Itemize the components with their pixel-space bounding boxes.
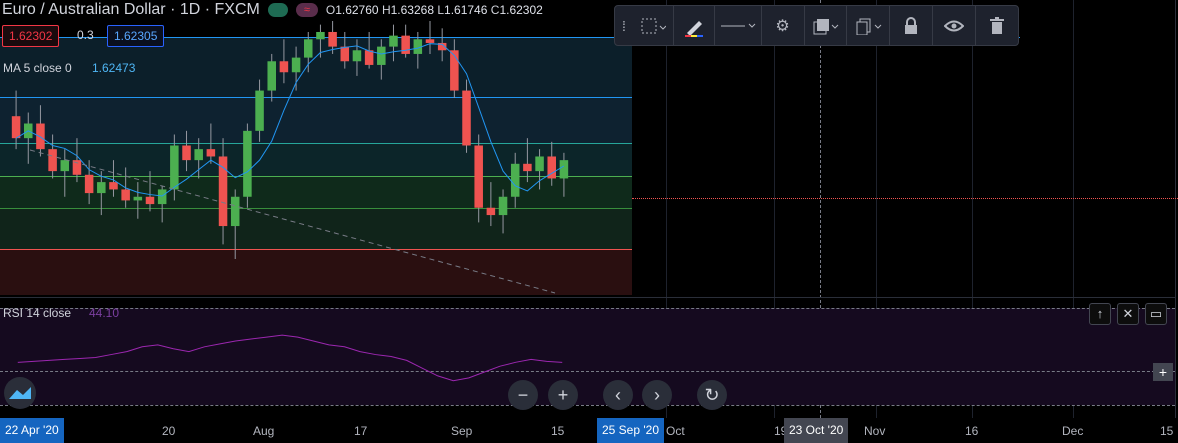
spread-value: 0.3 [77,28,94,42]
data-wave-icon[interactable]: ≈ [295,3,318,17]
clone-icon[interactable] [847,5,889,46]
rsi-polyline [17,334,563,382]
price-axis-plus-button[interactable]: + [1153,363,1173,381]
price-line [632,198,1178,199]
time-label: Dec [1062,424,1084,438]
buy-price-button[interactable]: 1.62305 [107,25,165,47]
pane-maximize-icon[interactable]: ▭ [1145,303,1167,325]
tradingview-logo-icon[interactable] [4,377,36,409]
scroll-left-button[interactable]: ‹ [603,380,633,410]
pane-close-icon[interactable]: ✕ [1117,303,1139,325]
zoom-in-button[interactable]: + [548,380,578,410]
pencil-icon[interactable] [674,5,714,46]
time-label: 15 [1160,424,1174,438]
reset-chart-button[interactable]: ↻ [697,380,727,410]
line-width-icon[interactable] [715,5,761,46]
symbol-title[interactable]: Euro / Australian Dollar · 1D · FXCM [0,1,260,19]
trend-line [29,149,556,294]
crosshair-time-label: 23 Oct '20 [784,418,849,443]
time-label: 15 [551,424,565,438]
time-label: 17 [354,424,368,438]
line-style-icon[interactable] [633,5,673,46]
ma-indicator-value: 1.62473 [92,61,136,75]
sell-price-button[interactable]: 1.62302 [2,25,60,47]
drawing-toolbar: ⁞ ⚙ [614,5,1019,46]
gear-icon[interactable]: ⚙ [762,5,804,46]
layers-icon[interactable] [805,5,847,46]
time-label: Oct [666,424,685,438]
ma-indicator-label[interactable]: MA 5 close 0 [3,61,72,75]
time-axis[interactable]: 22 Apr '20 20 Aug 17 Sep 15 25 Sep '20 O… [0,418,1178,443]
time-axis-range-start: 22 Apr '20 [0,418,64,443]
time-label: Nov [864,424,886,438]
zoom-out-button[interactable]: − [508,380,538,410]
scroll-right-button[interactable]: › [642,380,672,410]
ohlc-values: O1.62760 H1.63268 L1.61746 C1.62302 [325,3,543,17]
trash-icon[interactable] [976,5,1018,46]
rsi-indicator-value: 44.10 [89,306,120,320]
pane-move-up-icon[interactable]: ↑ [1089,303,1111,325]
time-label: 16 [965,424,979,438]
time-label: Sep [451,424,473,438]
time-label: Aug [253,424,275,438]
lock-icon[interactable] [890,5,932,46]
market-status-icon[interactable] [267,3,288,17]
eye-icon[interactable] [933,5,975,46]
pane-separator[interactable] [0,297,1175,298]
rsi-indicator-label[interactable]: RSI 14 close [3,306,71,320]
more-dots-icon[interactable]: ⁞ [615,5,633,46]
symbol-header: Euro / Australian Dollar · 1D · FXCM ≈ O… [0,0,543,20]
time-axis-range-end: 25 Sep '20 [597,418,665,443]
time-label: 20 [162,424,176,438]
